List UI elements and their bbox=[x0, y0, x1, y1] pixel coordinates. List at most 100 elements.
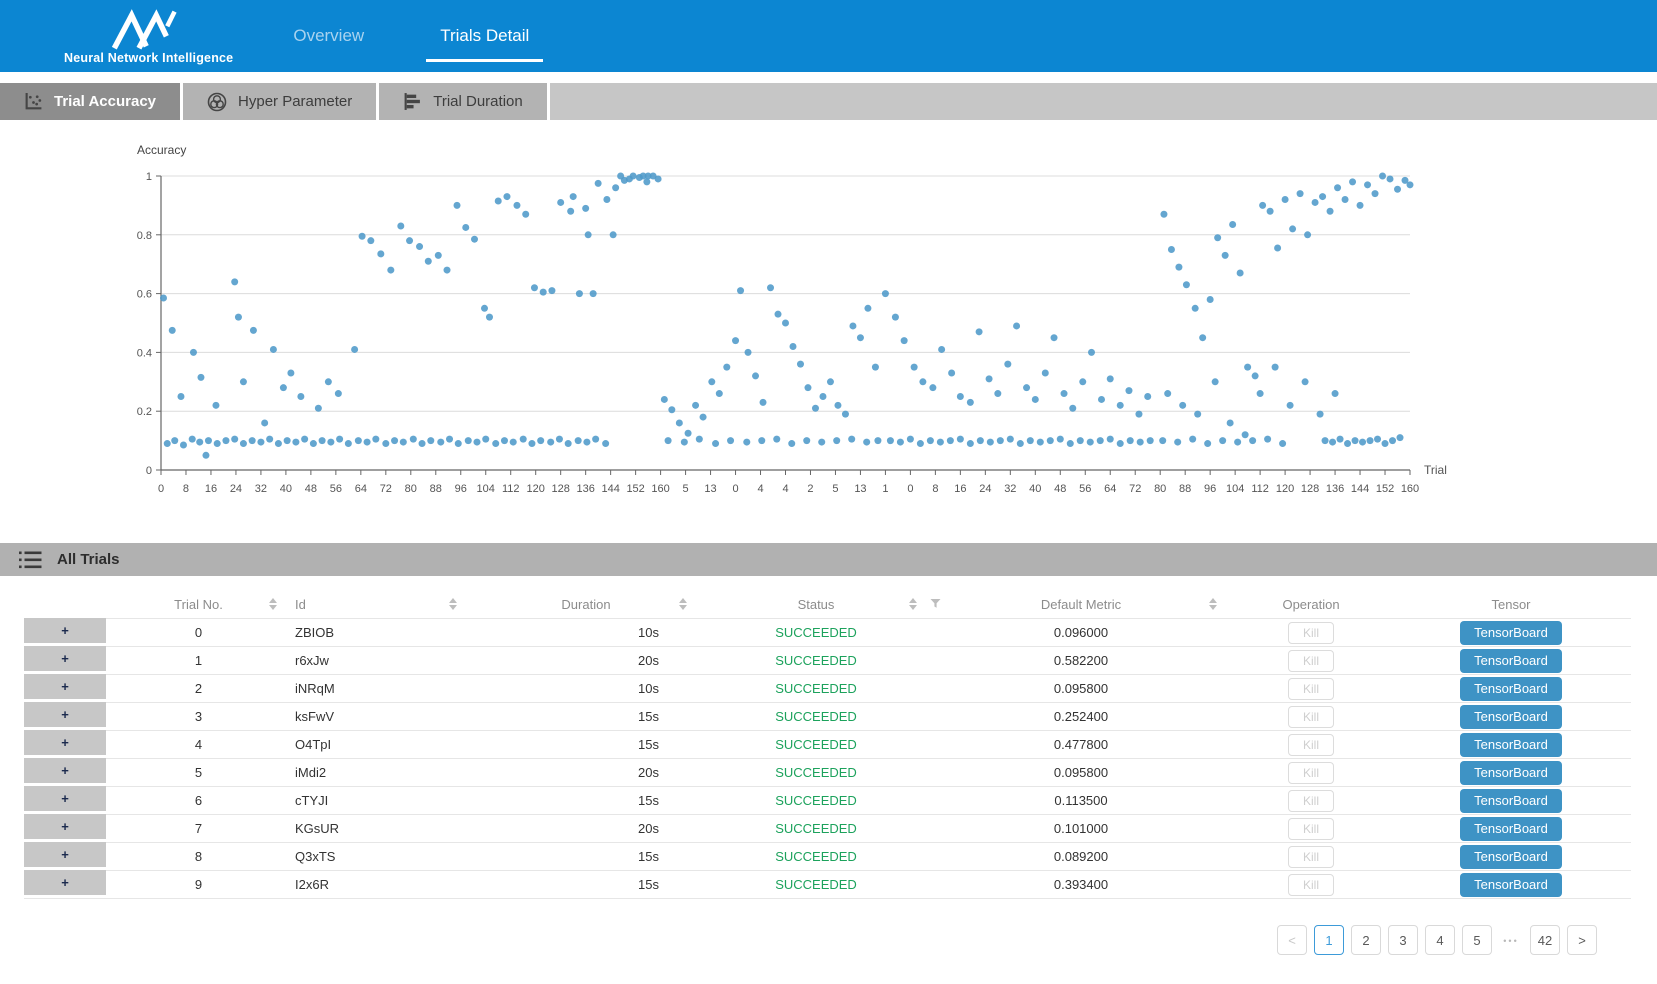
cell-tensor: TensorBoard bbox=[1391, 814, 1631, 842]
tensorboard-button[interactable]: TensorBoard bbox=[1460, 733, 1562, 757]
kill-button[interactable]: Kill bbox=[1288, 790, 1334, 812]
pagination-page-3[interactable]: 3 bbox=[1388, 925, 1418, 955]
column-header-trial-no-[interactable]: Trial No. bbox=[106, 590, 291, 618]
svg-text:0.2: 0.2 bbox=[137, 406, 152, 418]
svg-text:112: 112 bbox=[502, 483, 520, 495]
kill-button[interactable]: Kill bbox=[1288, 818, 1334, 840]
column-header-duration[interactable]: Duration bbox=[471, 590, 701, 618]
tensorboard-button[interactable]: TensorBoard bbox=[1460, 649, 1562, 673]
svg-text:80: 80 bbox=[405, 483, 417, 495]
cell-default-metric: 0.095800 bbox=[931, 674, 1231, 702]
cell-trial-id: Q3xTS bbox=[291, 842, 471, 870]
expand-row-button[interactable]: + bbox=[24, 702, 106, 730]
tensorboard-button[interactable]: TensorBoard bbox=[1460, 705, 1562, 729]
kill-button[interactable]: Kill bbox=[1288, 762, 1334, 784]
pagination-prev-button[interactable]: < bbox=[1277, 925, 1307, 955]
kill-button[interactable]: Kill bbox=[1288, 650, 1334, 672]
subtab-hyper-parameter[interactable]: Hyper Parameter bbox=[183, 83, 379, 120]
cell-trial-no: 9 bbox=[106, 870, 291, 898]
column-label: Id bbox=[295, 597, 306, 612]
tensorboard-button[interactable]: TensorBoard bbox=[1460, 761, 1562, 785]
svg-text:80: 80 bbox=[1154, 483, 1166, 495]
svg-text:0: 0 bbox=[907, 483, 913, 495]
pagination-ellipsis[interactable]: ••• bbox=[1499, 925, 1523, 955]
column-header-status[interactable]: Status bbox=[701, 590, 931, 618]
pagination-page-4[interactable]: 4 bbox=[1425, 925, 1455, 955]
cell-status: SUCCEEDED bbox=[701, 674, 931, 702]
tensorboard-button[interactable]: TensorBoard bbox=[1460, 621, 1562, 645]
expand-row-button[interactable]: + bbox=[24, 646, 106, 674]
table-header-row: Trial No. Id DurationStatusDefault MetricO… bbox=[24, 590, 1631, 618]
nav-tabs: Overview Trials Detail bbox=[291, 0, 531, 72]
column-header-id[interactable]: Id bbox=[291, 590, 471, 618]
pagination-next-button[interactable]: > bbox=[1567, 925, 1597, 955]
svg-text:136: 136 bbox=[576, 483, 594, 495]
subtab-trial-duration[interactable]: Trial Duration bbox=[379, 83, 549, 120]
svg-text:72: 72 bbox=[380, 483, 392, 495]
cell-trial-id: iNRqM bbox=[291, 674, 471, 702]
pagination-page-5[interactable]: 5 bbox=[1462, 925, 1492, 955]
kill-button[interactable]: Kill bbox=[1288, 678, 1334, 700]
svg-text:40: 40 bbox=[1029, 483, 1041, 495]
column-header-operation: Operation bbox=[1231, 590, 1391, 618]
column-header-tensor: Tensor bbox=[1391, 590, 1631, 618]
cell-trial-no: 1 bbox=[106, 646, 291, 674]
tensorboard-button[interactable]: TensorBoard bbox=[1460, 789, 1562, 813]
svg-text:96: 96 bbox=[1204, 483, 1216, 495]
kill-button[interactable]: Kill bbox=[1288, 706, 1334, 728]
svg-text:112: 112 bbox=[1251, 483, 1269, 495]
pagination-page-1[interactable]: 1 bbox=[1314, 925, 1344, 955]
svg-text:144: 144 bbox=[601, 483, 619, 495]
status-badge: SUCCEEDED bbox=[775, 653, 857, 668]
tensorboard-button[interactable]: TensorBoard bbox=[1460, 845, 1562, 869]
expand-row-button[interactable]: + bbox=[24, 786, 106, 814]
cell-operation: Kill bbox=[1231, 758, 1391, 786]
cell-trial-id: I2x6R bbox=[291, 870, 471, 898]
expand-row-button[interactable]: + bbox=[24, 758, 106, 786]
expand-row-button[interactable]: + bbox=[24, 870, 106, 898]
all-trials-header: All Trials bbox=[0, 543, 1657, 576]
kill-button[interactable]: Kill bbox=[1288, 734, 1334, 756]
nav-tab-trials-detail[interactable]: Trials Detail bbox=[438, 22, 531, 50]
all-trials-title: All Trials bbox=[57, 551, 120, 568]
table-row: +3ksFwV15sSUCCEEDED0.252400KillTensorBoa… bbox=[24, 702, 1631, 730]
column-header-default-metric[interactable]: Default Metric bbox=[931, 590, 1231, 618]
kill-button[interactable]: Kill bbox=[1288, 874, 1334, 896]
expand-row-button[interactable]: + bbox=[24, 730, 106, 758]
svg-text:5: 5 bbox=[683, 483, 689, 495]
table-row: +2iNRqM10sSUCCEEDED0.095800KillTensorBoa… bbox=[24, 674, 1631, 702]
expand-row-button[interactable]: + bbox=[24, 618, 106, 646]
pagination-page-2[interactable]: 2 bbox=[1351, 925, 1381, 955]
sort-icon[interactable] bbox=[269, 598, 277, 610]
svg-text:8: 8 bbox=[183, 483, 189, 495]
subtab-trial-accuracy[interactable]: Trial Accuracy bbox=[0, 83, 183, 120]
column-label: Trial No. bbox=[174, 597, 223, 612]
svg-text:32: 32 bbox=[1004, 483, 1016, 495]
svg-text:128: 128 bbox=[552, 483, 570, 495]
sort-icon[interactable] bbox=[679, 598, 687, 610]
sort-icon[interactable] bbox=[1209, 598, 1217, 610]
cell-trial-no: 0 bbox=[106, 618, 291, 646]
svg-text:48: 48 bbox=[1054, 483, 1066, 495]
expand-row-button[interactable]: + bbox=[24, 674, 106, 702]
tensorboard-button[interactable]: TensorBoard bbox=[1460, 817, 1562, 841]
sort-icon[interactable] bbox=[449, 598, 457, 610]
expand-row-button[interactable]: + bbox=[24, 814, 106, 842]
kill-button[interactable]: Kill bbox=[1288, 846, 1334, 868]
cell-tensor: TensorBoard bbox=[1391, 786, 1631, 814]
cell-tensor: TensorBoard bbox=[1391, 618, 1631, 646]
kill-button[interactable]: Kill bbox=[1288, 622, 1334, 644]
top-navbar: Neural Network Intelligence Overview Tri… bbox=[0, 0, 1657, 72]
cell-default-metric: 0.089200 bbox=[931, 842, 1231, 870]
tensorboard-button[interactable]: TensorBoard bbox=[1460, 677, 1562, 701]
sort-icon[interactable] bbox=[909, 598, 917, 610]
expand-row-button[interactable]: + bbox=[24, 842, 106, 870]
pagination-page-42[interactable]: 42 bbox=[1530, 925, 1560, 955]
tensorboard-button[interactable]: TensorBoard bbox=[1460, 873, 1562, 897]
svg-text:8: 8 bbox=[932, 483, 938, 495]
nav-tab-overview[interactable]: Overview bbox=[291, 22, 366, 50]
svg-text:0: 0 bbox=[158, 483, 164, 495]
cell-status: SUCCEEDED bbox=[701, 758, 931, 786]
cell-tensor: TensorBoard bbox=[1391, 730, 1631, 758]
svg-text:56: 56 bbox=[330, 483, 342, 495]
